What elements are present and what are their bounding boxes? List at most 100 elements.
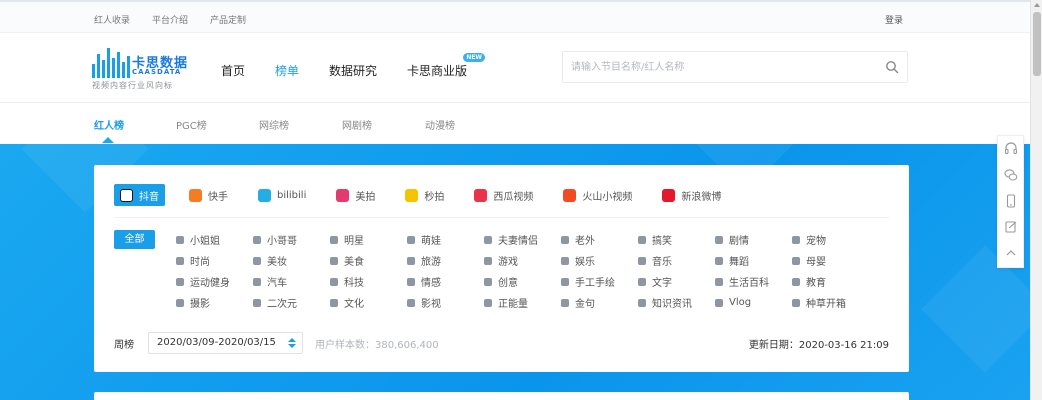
category-item[interactable]: 音乐 [637, 252, 714, 269]
category-icon [406, 256, 416, 266]
category-item[interactable]: 美妆 [252, 252, 329, 269]
wechat-icon[interactable] [998, 162, 1023, 188]
platform-tab[interactable]: 西瓜视频 [468, 184, 539, 206]
category-item[interactable]: 文字 [637, 273, 714, 290]
platform-tabs: 抖音 快手 bilibili 美拍 秒拍 西瓜视频 火山小视频 新浪微博 [114, 184, 745, 206]
header: 卡思数据 CAASDATA 视频内容行业风向标 首页 榜单 数据研究 卡思商业版… [0, 33, 1030, 103]
category-item[interactable]: 旅游 [406, 252, 483, 269]
category-item[interactable]: 母婴 [791, 252, 868, 269]
category-label: 美食 [344, 257, 364, 268]
top-link-collect[interactable]: 红人收录 [94, 13, 130, 26]
category-label: 知识资讯 [652, 299, 692, 310]
category-label: 文化 [344, 299, 364, 310]
category-icon [560, 235, 570, 245]
category-item[interactable]: 手工手绘 [560, 273, 637, 290]
category-item[interactable]: Vlog [714, 294, 791, 311]
category-item[interactable]: 美食 [329, 252, 406, 269]
category-item[interactable]: 小姐姐 [175, 231, 252, 248]
mobile-icon[interactable] [998, 188, 1023, 214]
search-input[interactable] [563, 52, 863, 82]
category-label: 二次元 [267, 299, 297, 310]
period-value: 2020/03/09-2020/03/15 [157, 337, 276, 348]
category-item[interactable]: 宠物 [791, 231, 868, 248]
category-icon [637, 235, 647, 245]
category-item[interactable]: 搞笑 [637, 231, 714, 248]
scrollbar-thumb[interactable] [1033, 12, 1041, 76]
headset-icon[interactable] [998, 136, 1023, 162]
category-icon [791, 298, 801, 308]
category-item[interactable]: 夫妻情侣 [483, 231, 560, 248]
top-links: 红人收录 平台介绍 产品定制 [94, 13, 246, 26]
category-icon [714, 235, 724, 245]
category-label: 宠物 [806, 236, 826, 247]
category-item[interactable]: 科技 [329, 273, 406, 290]
tab-pgc[interactable]: PGC榜 [176, 117, 207, 132]
category-item[interactable]: 萌娃 [406, 231, 483, 248]
platform-tab[interactable]: 快手 [183, 184, 234, 206]
page-scrollbar[interactable] [1030, 0, 1042, 400]
edit-icon[interactable] [998, 214, 1023, 240]
category-item[interactable]: 摄影 [175, 294, 252, 311]
category-item[interactable]: 情感 [406, 273, 483, 290]
category-item[interactable]: 正能量 [483, 294, 560, 311]
platform-tab[interactable]: 秒拍 [399, 184, 450, 206]
category-item[interactable]: 小哥哥 [252, 231, 329, 248]
tab-drama[interactable]: 网剧榜 [342, 117, 372, 132]
float-toolbar [997, 135, 1024, 268]
category-icon [483, 277, 493, 287]
tab-influencer[interactable]: 红人榜 [94, 117, 124, 132]
category-icon [252, 235, 262, 245]
category-item[interactable]: 运动健身 [175, 273, 252, 290]
category-item[interactable]: 时尚 [175, 252, 252, 269]
login-link[interactable]: 登录 [885, 13, 903, 26]
back-to-top-icon[interactable] [998, 240, 1023, 266]
category-item[interactable]: 影视 [406, 294, 483, 311]
logo[interactable]: 卡思数据 CAASDATA 视频内容行业风向标 [92, 46, 202, 94]
category-item[interactable]: 生活百科 [714, 273, 791, 290]
huoshan-icon [563, 188, 577, 202]
category-all-button[interactable]: 全部 [114, 230, 155, 249]
category-item[interactable]: 汽车 [252, 273, 329, 290]
category-icon [714, 298, 724, 308]
period-select[interactable]: 2020/03/09-2020/03/15 [148, 332, 303, 354]
category-item[interactable]: 创意 [483, 273, 560, 290]
platform-tab[interactable]: 美拍 [330, 184, 381, 206]
category-item[interactable]: 二次元 [252, 294, 329, 311]
category-item[interactable]: 金句 [560, 294, 637, 311]
category-item[interactable]: 知识资讯 [637, 294, 714, 311]
category-label: 情感 [421, 278, 441, 289]
tab-anime[interactable]: 动漫榜 [425, 117, 455, 132]
category-item[interactable]: 种草开箱 [791, 294, 868, 311]
weibo-icon [662, 188, 676, 202]
category-item[interactable]: 游戏 [483, 252, 560, 269]
category-icon [714, 277, 724, 287]
search-icon[interactable] [885, 60, 899, 74]
category-item[interactable]: 老外 [560, 231, 637, 248]
platform-tab[interactable]: 火山小视频 [557, 184, 638, 206]
category-item[interactable]: 舞蹈 [714, 252, 791, 269]
platform-tab[interactable]: 新浪微博 [656, 184, 727, 206]
category-item[interactable]: 教育 [791, 273, 868, 290]
select-arrows-icon [288, 338, 296, 348]
nav-business[interactable]: 卡思商业版 NEW [407, 53, 486, 79]
category-item[interactable]: 娱乐 [560, 252, 637, 269]
nav-rankings[interactable]: 榜单 [275, 62, 299, 79]
category-label: 汽车 [267, 278, 287, 289]
category-label: 音乐 [652, 257, 672, 268]
top-link-custom[interactable]: 产品定制 [210, 13, 246, 26]
category-label: 运动健身 [190, 278, 230, 289]
scroll-up-icon[interactable] [1034, 3, 1040, 7]
nav-home[interactable]: 首页 [221, 62, 245, 79]
top-link-intro[interactable]: 平台介绍 [152, 13, 188, 26]
platform-tab[interactable]: 抖音 [114, 184, 165, 206]
category-item[interactable]: 剧情 [714, 231, 791, 248]
category-item[interactable]: 文化 [329, 294, 406, 311]
period-label: 周榜 [114, 339, 134, 351]
platform-tab[interactable]: bilibili [252, 184, 312, 206]
logo-mark [92, 48, 130, 78]
category-icon [637, 298, 647, 308]
nav-research[interactable]: 数据研究 [329, 62, 377, 79]
divider [114, 217, 889, 218]
category-item[interactable]: 明星 [329, 231, 406, 248]
tab-variety[interactable]: 网综榜 [259, 117, 289, 132]
